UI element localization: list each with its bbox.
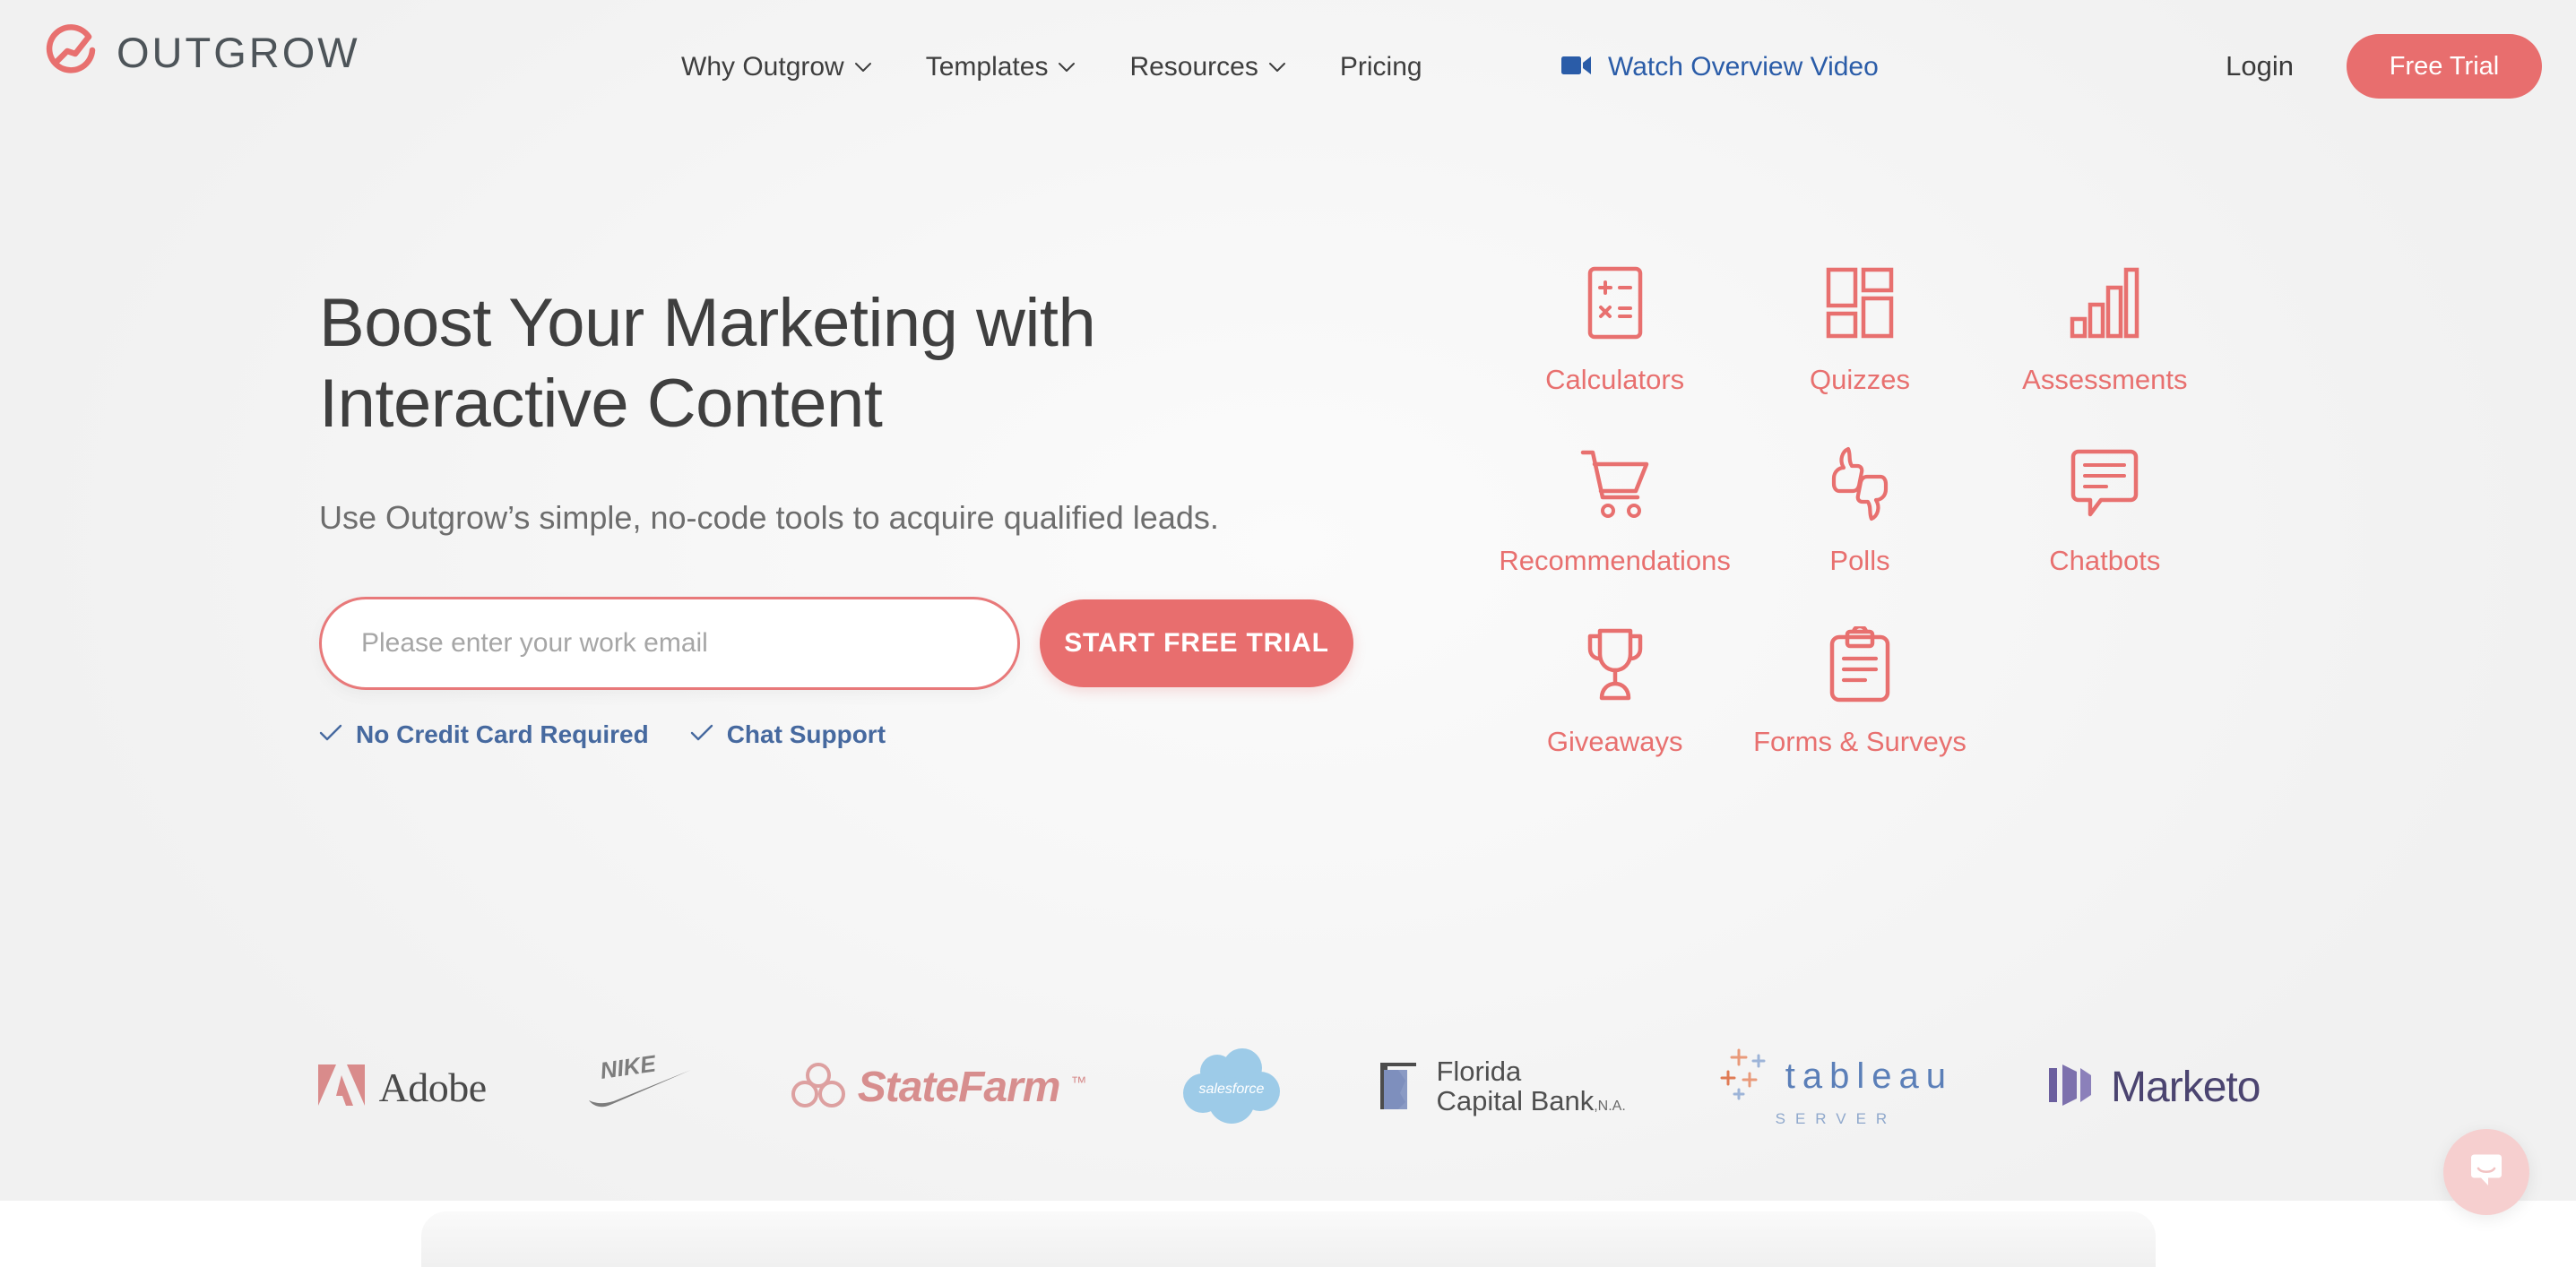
tile-label: Forms & Surveys (1753, 726, 1967, 757)
brand-logo-adobe: Adobe (270, 1038, 533, 1136)
chat-widget-button[interactable] (2443, 1129, 2529, 1215)
headline-line-1: Boost Your Marketing with (319, 285, 1096, 361)
tile-label: Polls (1829, 545, 1890, 576)
nav-label: Templates (925, 52, 1049, 82)
quiz-grid-icon (1826, 262, 1894, 344)
headline-line-2: Interactive Content (319, 365, 883, 442)
thumbs-up-down-icon (1827, 443, 1893, 525)
product-tile-recommendations[interactable]: Recommendations (1492, 443, 1737, 577)
hero-section: OUTGROW Why Outgrow Templates Resources (0, 0, 2576, 1210)
salesforce-cloud-logo-icon: salesforce (1180, 1048, 1284, 1125)
main-navigation: Why Outgrow Templates Resources Pricing (654, 52, 1449, 82)
fcb-line-2: Capital Bank,N.A. (1436, 1085, 1626, 1116)
florida-capital-bank-wordmark: Florida Capital Bank,N.A. (1436, 1057, 1625, 1116)
check-icon (319, 720, 342, 749)
fcb-line-1: Florida (1436, 1056, 1522, 1088)
nav-item-resources[interactable]: Resources (1102, 52, 1312, 82)
product-tile-forms-surveys[interactable]: Forms & Surveys (1737, 624, 1982, 758)
marketo-wordmark: Marketo (2111, 1063, 2260, 1111)
tile-label: Chatbots (2049, 545, 2161, 576)
svg-text:salesforce: salesforce (1199, 1082, 1265, 1097)
brand-logo-salesforce: salesforce (1133, 1038, 1330, 1136)
florida-capital-bank-logo-icon (1377, 1057, 1427, 1117)
shopping-cart-icon (1578, 443, 1652, 525)
nav-label: Why Outgrow (681, 52, 844, 82)
product-tile-calculators[interactable]: Calculators (1492, 262, 1737, 396)
brand-logo-nike: NIKE (533, 1038, 743, 1136)
perk-label: No Credit Card Required (356, 720, 649, 748)
nav-label: Pricing (1339, 52, 1422, 82)
brand-logo-state-farm: StateFarm ™ (743, 1038, 1134, 1136)
brand-logo-florida-capital-bank: Florida Capital Bank,N.A. (1330, 1038, 1672, 1136)
adobe-logo-icon (316, 1063, 367, 1112)
tile-label: Quizzes (1810, 364, 1910, 395)
watch-overview-video-link[interactable]: Watch Overview Video (1561, 52, 1879, 82)
hero-content: Boost Your Marketing with Interactive Co… (319, 283, 1377, 749)
product-tile-chatbots[interactable]: Chatbots (1983, 443, 2227, 577)
signup-form: START FREE TRIAL (319, 596, 1377, 690)
chevron-down-icon (854, 62, 872, 73)
tableau-wordmark: tableau (1785, 1056, 1954, 1096)
product-tile-assessments[interactable]: Assessments (1983, 262, 2227, 396)
video-link-label: Watch Overview Video (1608, 52, 1879, 82)
chat-smile-icon (2466, 1150, 2507, 1195)
customer-logo-strip: Adobe NIKE StateFarm ™ salesforce Florid… (0, 1029, 2576, 1145)
svg-text:NIKE: NIKE (598, 1054, 657, 1084)
tile-label: Giveaways (1546, 726, 1683, 757)
site-header: OUTGROW Why Outgrow Templates Resources (0, 0, 2576, 143)
tableau-sub-wordmark: SERVER (1775, 1109, 1897, 1127)
perk-no-credit-card: No Credit Card Required (319, 720, 649, 749)
free-trial-button[interactable]: Free Trial (2347, 34, 2542, 99)
hero-subheadline: Use Outgrow’s simple, no-code tools to a… (319, 499, 1219, 537)
signup-perks: No Credit Card Required Chat Support (319, 720, 1377, 749)
tableau-logo-icon (1719, 1047, 1775, 1107)
adobe-wordmark: Adobe (378, 1064, 488, 1110)
clipboard-icon (1828, 624, 1891, 706)
nav-item-pricing[interactable]: Pricing (1313, 52, 1449, 82)
chevron-down-icon (1268, 62, 1286, 73)
tile-label: Assessments (2022, 364, 2188, 395)
login-link[interactable]: Login (2226, 50, 2294, 82)
outgrow-circle-logo-icon (41, 22, 102, 82)
product-type-grid: Calculators Quizzes Assessments Recommen… (1492, 262, 2227, 758)
calculator-icon (1587, 262, 1643, 344)
perk-chat-support: Chat Support (690, 720, 886, 749)
nike-swoosh-logo-icon: NIKE (580, 1054, 696, 1120)
nav-label: Resources (1129, 52, 1258, 82)
brand-logo-tableau-server: tableau SERVER (1673, 1038, 2000, 1136)
nav-item-templates[interactable]: Templates (899, 52, 1103, 82)
chat-bubble-icon (2069, 443, 2140, 525)
state-farm-logo-icon (790, 1062, 847, 1112)
start-free-trial-button[interactable]: START FREE TRIAL (1040, 599, 1353, 687)
trademark-symbol: ™ (1070, 1073, 1087, 1091)
tile-label: Calculators (1545, 364, 1685, 395)
brand-name: OUTGROW (117, 28, 360, 76)
chevron-down-icon (1058, 62, 1076, 73)
marketo-logo-icon (2046, 1061, 2098, 1114)
product-tile-polls[interactable]: Polls (1737, 443, 1982, 577)
page-title: Boost Your Marketing with Interactive Co… (319, 283, 1377, 444)
state-farm-wordmark: StateFarm (857, 1063, 1061, 1111)
fcb-suffix: ,N.A. (1594, 1099, 1626, 1114)
product-tile-quizzes[interactable]: Quizzes (1737, 262, 1982, 396)
brand-logo-marketo: Marketo (2000, 1038, 2306, 1136)
trophy-icon (1584, 624, 1647, 706)
check-icon (690, 720, 713, 749)
perk-label: Chat Support (726, 720, 886, 748)
video-camera-icon (1561, 54, 1592, 82)
tile-label: Recommendations (1499, 545, 1731, 576)
brand-logo[interactable]: OUTGROW (41, 22, 360, 82)
nav-item-why-outgrow[interactable]: Why Outgrow (654, 52, 899, 82)
bar-chart-icon (2070, 262, 2139, 344)
work-email-input[interactable] (319, 596, 1020, 690)
next-section-card (421, 1211, 2156, 1267)
product-tile-giveaways[interactable]: Giveaways (1492, 624, 1737, 758)
